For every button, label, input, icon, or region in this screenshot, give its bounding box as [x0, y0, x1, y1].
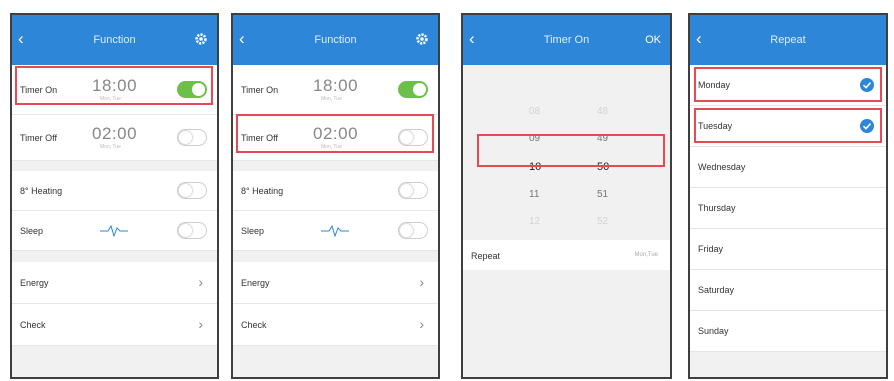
sleep-wave-icon [321, 225, 349, 237]
timer-off-days: Mon, Tue [100, 144, 121, 150]
minute-option[interactable]: 52 [597, 216, 608, 227]
repeat-row[interactable]: Repeat Mon,Tue [463, 240, 670, 270]
check-label: Check [241, 320, 267, 330]
sleep-row[interactable]: Sleep [12, 211, 217, 251]
energy-label: Energy [20, 278, 49, 288]
check-row[interactable]: Check › [233, 304, 438, 346]
hour-option[interactable]: 08 [529, 106, 540, 117]
header-bar: ‹ Function [12, 15, 217, 65]
chevron-right-icon: › [419, 274, 424, 290]
timer-on-label: Timer On [241, 85, 279, 95]
minute-option[interactable]: 51 [597, 189, 608, 200]
energy-row[interactable]: Energy › [233, 262, 438, 304]
page-title: Function [314, 34, 357, 46]
repeat-label: Repeat [471, 251, 501, 261]
gear-icon[interactable] [415, 32, 429, 46]
sleep-row[interactable]: Sleep [233, 211, 438, 251]
timer-on-toggle[interactable] [398, 81, 428, 98]
chevron-right-icon: › [198, 316, 203, 332]
check-row[interactable]: Check › [12, 304, 217, 346]
hour-option[interactable]: 12 [529, 216, 540, 227]
repeat-value: Mon,Tue [634, 252, 658, 258]
highlight-box [477, 134, 665, 167]
heating-toggle[interactable] [398, 182, 428, 199]
phone-screen-timer-on: ‹ Timer On OK 08 48 09 49 10 50 11 51 12… [461, 13, 672, 379]
day-label: Wednesday [698, 162, 746, 172]
hour-option[interactable]: 11 [529, 189, 539, 200]
page-title: Function [93, 34, 136, 46]
highlight-box [15, 66, 213, 105]
chevron-right-icon: › [198, 274, 203, 290]
sleep-toggle[interactable] [177, 222, 207, 239]
highlight-box [694, 67, 882, 102]
ok-button[interactable]: OK [645, 34, 661, 46]
day-row-thursday[interactable]: Thursday [690, 188, 886, 229]
page-title: Timer On [543, 34, 590, 46]
sleep-label: Sleep [20, 226, 44, 236]
gear-icon[interactable] [194, 32, 208, 46]
day-label: Thursday [698, 203, 736, 213]
header-bar: ‹ Function [233, 15, 438, 65]
phone-screen-function-1: ‹ Function Timer On 18:00 Mon, Tue Timer… [10, 13, 219, 379]
timer-on-time: 18:00 [313, 76, 359, 95]
energy-label: Energy [241, 278, 270, 288]
sleep-toggle[interactable] [398, 222, 428, 239]
energy-row[interactable]: Energy › [12, 262, 217, 304]
heating-label: 8° Heating [241, 186, 284, 196]
heating-label: 8° Heating [20, 186, 63, 196]
sleep-wave-icon [100, 225, 128, 237]
day-label: Sunday [698, 326, 729, 336]
sleep-label: Sleep [241, 226, 265, 236]
chevron-right-icon: › [419, 316, 424, 332]
timer-off-time: 02:00 [92, 124, 138, 143]
day-row-saturday[interactable]: Saturday [690, 270, 886, 311]
timer-off-label: Timer Off [20, 133, 58, 143]
timer-on-row[interactable]: Timer On 18:00 Mon, Tue [233, 65, 438, 115]
header-bar: ‹ Repeat [690, 15, 886, 65]
heating-row[interactable]: 8° Heating [12, 171, 217, 211]
day-label: Saturday [698, 285, 735, 295]
page-title: Repeat [770, 34, 806, 46]
day-row-wednesday[interactable]: Wednesday [690, 147, 886, 188]
day-label: Friday [698, 244, 724, 254]
header-bar: ‹ Timer On OK [463, 15, 670, 65]
phone-screen-repeat: ‹ Repeat Monday Tuesday Wednesday Thursd… [688, 13, 888, 379]
check-label: Check [20, 320, 46, 330]
phone-screen-function-2: ‹ Function Timer On 18:00 Mon, Tue Timer… [231, 13, 440, 379]
timer-on-days: Mon, Tue [321, 96, 342, 102]
day-row-sunday[interactable]: Sunday [690, 311, 886, 352]
highlight-box [236, 114, 434, 153]
heating-toggle[interactable] [177, 182, 207, 199]
day-row-friday[interactable]: Friday [690, 229, 886, 270]
timer-off-row[interactable]: Timer Off 02:00 Mon, Tue [12, 115, 217, 161]
minute-option[interactable]: 48 [597, 106, 608, 117]
timer-off-toggle[interactable] [177, 129, 207, 146]
heating-row[interactable]: 8° Heating [233, 171, 438, 211]
highlight-box [694, 108, 882, 143]
